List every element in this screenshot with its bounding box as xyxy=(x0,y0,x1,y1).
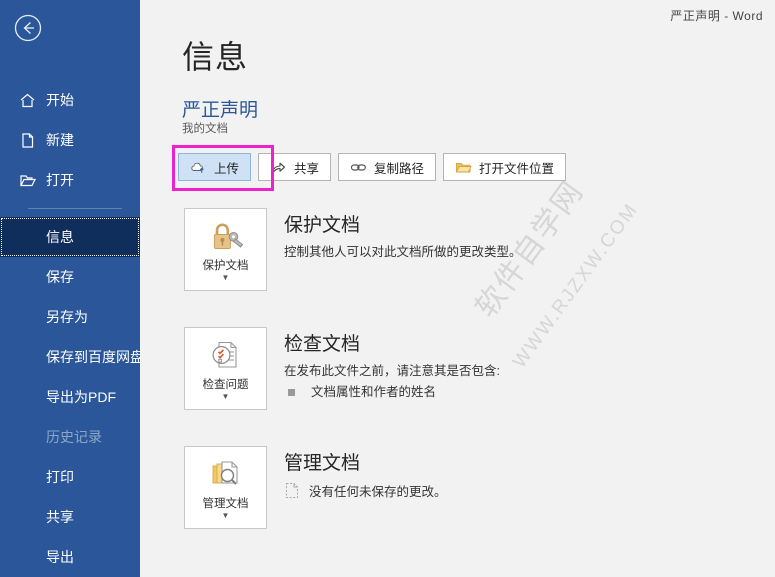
cloud-upload-icon xyxy=(190,159,207,176)
unsaved-changes-row: 没有任何未保存的更改。 xyxy=(284,481,447,500)
page-title: 信息 xyxy=(182,39,249,75)
upload-button-label: 上传 xyxy=(214,161,240,176)
sidebar-item-label: 历史记录 xyxy=(46,429,102,445)
document-name: 严正声明 xyxy=(182,100,259,121)
sidebar-item-label: 导出为PDF xyxy=(46,389,116,405)
window-title: 严正声明 - Word xyxy=(670,9,763,23)
sidebar-item-history: 历史记录 xyxy=(0,417,140,457)
sidebar-item-new[interactable]: 新建 xyxy=(0,120,140,160)
open-folder-icon xyxy=(18,171,36,189)
sidebar-item-save[interactable]: 保存 xyxy=(0,257,140,297)
share-button[interactable]: 共享 xyxy=(258,153,332,181)
sidebar-nav: 开始 新建 打开 信息 保存 另存为 保存到百度网盘 导出为PDF 历史记录 打… xyxy=(0,80,144,577)
sidebar-item-share[interactable]: 共享 xyxy=(0,497,140,537)
inspect-bullet-label: 文档属性和作者的姓名 xyxy=(311,385,437,399)
inspect-bullet-item: 文档属性和作者的姓名 xyxy=(284,383,500,402)
back-arrow-icon[interactable] xyxy=(12,12,44,44)
protect-document-button[interactable]: 保护文档 ▼ xyxy=(184,208,267,291)
copy-path-button[interactable]: 复制路径 xyxy=(338,153,437,181)
sidebar-item-label: 导出 xyxy=(46,549,74,565)
sidebar-item-label: 打开 xyxy=(46,172,74,188)
section-description: 在发布此文件之前，请注意其是否包含: xyxy=(284,364,500,378)
sidebar-item-label: 打印 xyxy=(46,469,74,485)
sidebar-item-start[interactable]: 开始 xyxy=(0,80,140,120)
section-description: 控制其他人可以对此文档所做的更改类型。 xyxy=(284,245,522,259)
open-file-location-button-label: 打开文件位置 xyxy=(479,161,555,176)
home-icon xyxy=(18,91,36,109)
sidebar-item-label: 开始 xyxy=(46,92,74,108)
sidebar-item-export-pdf[interactable]: 导出为PDF xyxy=(0,377,140,417)
link-icon xyxy=(350,159,367,176)
bullet-square-icon xyxy=(288,389,295,396)
info-pane: 严正声明 - Word 信息 严正声明 我的文档 上传 共享 复制路径 打开文件… xyxy=(140,0,775,577)
sidebar-item-save-to-baidu-netdisk[interactable]: 保存到百度网盘 xyxy=(0,337,144,377)
chevron-down-icon[interactable]: ▼ xyxy=(222,393,230,401)
chevron-down-icon[interactable]: ▼ xyxy=(222,274,230,282)
protect-document-section: 保护文档 ▼ 保护文档 控制其他人可以对此文档所做的更改类型。 xyxy=(184,208,522,291)
document-location: 我的文档 xyxy=(182,123,228,135)
check-for-issues-button[interactable]: 检查问题 ▼ xyxy=(184,327,267,410)
lock-key-icon xyxy=(206,219,246,255)
new-document-icon xyxy=(18,131,36,149)
check-for-issues-button-label: 检查问题 xyxy=(202,379,249,391)
unsaved-changes-label: 没有任何未保存的更改。 xyxy=(309,485,447,499)
dashed-document-icon xyxy=(284,482,299,499)
protect-document-body: 保护文档 控制其他人可以对此文档所做的更改类型。 xyxy=(284,208,522,291)
inspect-document-section: 检查问题 ▼ 检查文档 在发布此文件之前，请注意其是否包含: 文档属性和作者的姓… xyxy=(184,327,500,410)
sidebar-item-label: 保存到百度网盘 xyxy=(46,349,144,365)
section-heading: 保护文档 xyxy=(284,215,361,236)
manage-document-button-label: 管理文档 xyxy=(202,498,249,510)
share-button-label: 共享 xyxy=(294,161,320,176)
sidebar-item-export[interactable]: 导出 xyxy=(0,537,140,577)
sidebar-item-label: 保存 xyxy=(46,269,74,285)
manage-document-body: 管理文档 没有任何未保存的更改。 xyxy=(284,446,447,529)
sidebar-divider xyxy=(28,208,122,209)
backstage-sidebar: 开始 新建 打开 信息 保存 另存为 保存到百度网盘 导出为PDF 历史记录 打… xyxy=(0,0,144,577)
sidebar-item-label: 信息 xyxy=(46,229,74,245)
quick-actions-row: 上传 共享 复制路径 打开文件位置 xyxy=(178,153,567,181)
manage-document-button[interactable]: 管理文档 ▼ xyxy=(184,446,267,529)
inspect-document-body: 检查文档 在发布此文件之前，请注意其是否包含: 文档属性和作者的姓名 xyxy=(284,327,500,410)
watermark-line-2: WWW.RJZXW.COM xyxy=(509,199,643,372)
upload-button[interactable]: 上传 xyxy=(178,153,252,181)
protect-document-button-label: 保护文档 xyxy=(202,260,249,272)
chevron-down-icon[interactable]: ▼ xyxy=(222,512,230,520)
sidebar-item-label: 共享 xyxy=(46,509,74,525)
manage-document-section: 管理文档 ▼ 管理文档 没有任何未保存的更改。 xyxy=(184,446,447,529)
folder-icon xyxy=(455,159,472,176)
sidebar-item-label: 另存为 xyxy=(46,309,88,325)
section-heading: 检查文档 xyxy=(284,334,361,355)
copy-path-button-label: 复制路径 xyxy=(374,161,425,176)
sidebar-item-info[interactable]: 信息 xyxy=(0,217,140,257)
sidebar-item-label: 新建 xyxy=(46,132,74,148)
inspect-document-icon xyxy=(207,338,245,374)
section-heading: 管理文档 xyxy=(284,453,361,474)
manage-document-icon xyxy=(206,457,246,493)
sidebar-item-save-as[interactable]: 另存为 xyxy=(0,297,140,337)
sidebar-item-open[interactable]: 打开 xyxy=(0,160,140,200)
open-file-location-button[interactable]: 打开文件位置 xyxy=(443,153,567,181)
sidebar-item-print[interactable]: 打印 xyxy=(0,457,140,497)
share-icon xyxy=(270,159,287,176)
